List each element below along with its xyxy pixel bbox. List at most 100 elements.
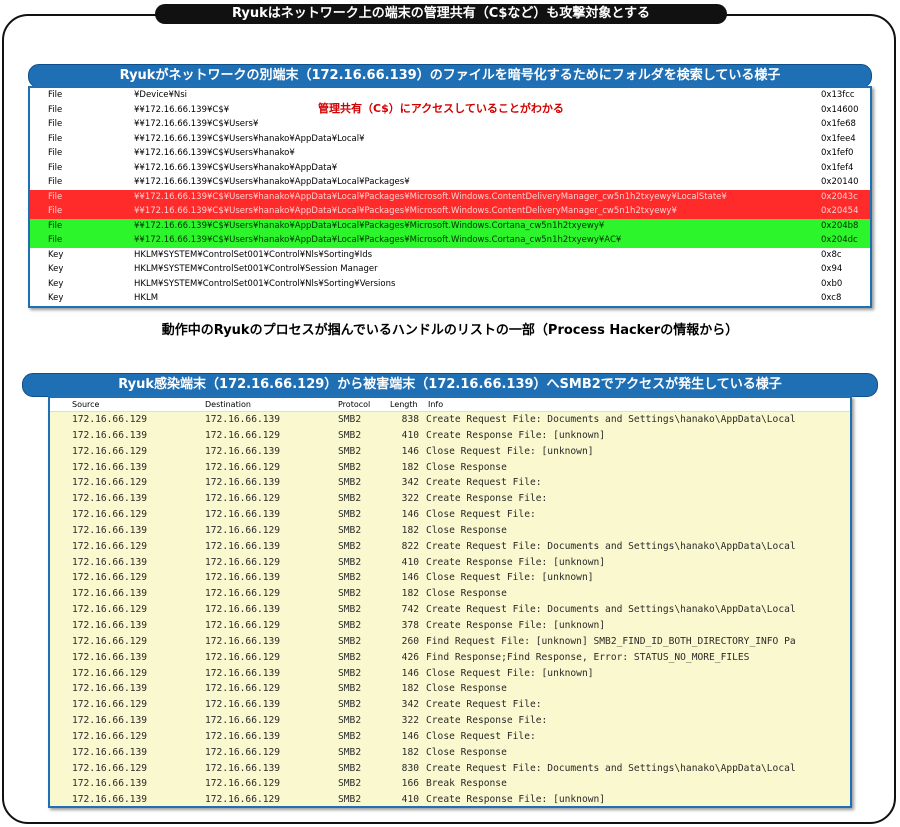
packet-length: 182 (401, 588, 419, 600)
packet-row[interactable]: 172.16.66.139 172.16.66.129 SMB2 182 Close R… (50, 586, 850, 602)
packet-protocol: SMB2 (338, 509, 362, 521)
handle-type: File (48, 235, 63, 245)
packet-source: 172.16.66.139 (72, 651, 148, 663)
packet-row[interactable]: 172.16.66.129 172.16.66.139 SMB2 838 Create … (50, 412, 850, 428)
packet-length: 146 (401, 667, 419, 679)
packet-row[interactable]: 172.16.66.139 172.16.66.129 SMB2 410 Create … (50, 792, 850, 806)
packet-length: 146 (401, 445, 419, 457)
handle-list-panel: File ¥Device¥Nsi 0x13fcc File ¥¥172.16.66.13… (28, 86, 872, 308)
packet-info: Create Request File: Documents and Setti… (426, 604, 796, 616)
packet-destination: 172.16.66.139 (205, 414, 281, 425)
packet-destination: 172.16.66.129 (205, 778, 281, 790)
packet-row[interactable]: 172.16.66.139 172.16.66.129 SMB2 410 Create … (50, 428, 850, 444)
handle-type: File (48, 191, 63, 202)
handle-value: 0xc8 (821, 293, 842, 303)
packet-protocol: SMB2 (338, 667, 362, 679)
packet-row[interactable]: 172.16.66.139 172.16.66.129 SMB2 166 Break R… (50, 776, 850, 792)
handle-row[interactable]: File ¥¥172.16.66.139¥C$¥Users¥hanako¥AppD… (30, 233, 870, 248)
column-length[interactable]: Length (390, 398, 418, 411)
packet-row[interactable]: 172.16.66.139 172.16.66.129 SMB2 182 Close R… (50, 681, 850, 697)
handle-row[interactable]: Key HKLM¥SYSTEM¥ControlSet001¥Control¥Nls… (30, 248, 870, 263)
packet-protocol: SMB2 (338, 556, 362, 568)
packet-length: 322 (401, 715, 419, 727)
packet-row[interactable]: 172.16.66.129 172.16.66.139 SMB2 342 Create … (50, 697, 850, 713)
packet-info: Create Request File: (426, 477, 542, 489)
packet-protocol: SMB2 (338, 730, 362, 742)
packet-source: 172.16.66.129 (72, 509, 148, 521)
packet-protocol: SMB2 (338, 477, 362, 489)
handle-row[interactable]: File ¥¥172.16.66.139¥C$¥Users¥ 0x1fe68 (30, 117, 870, 132)
packet-row[interactable]: 172.16.66.129 172.16.66.139 SMB2 146 Close R… (50, 507, 850, 523)
packet-info: Close Response (426, 524, 507, 536)
handle-row[interactable]: File ¥¥172.16.66.139¥C$¥Users¥hanako¥AppD… (30, 175, 870, 190)
packet-source: 172.16.66.139 (72, 493, 148, 505)
packet-row[interactable]: 172.16.66.129 172.16.66.139 SMB2 146 Close R… (50, 570, 850, 586)
packet-protocol: SMB2 (338, 794, 362, 806)
handle-name: ¥¥172.16.66.139¥C$¥Users¥hanako¥AppData¥… (134, 177, 410, 187)
packet-length: 342 (401, 477, 419, 489)
column-info[interactable]: Info (428, 398, 443, 411)
handle-row[interactable]: File ¥¥172.16.66.139¥C$¥Users¥hanako¥ 0x1f… (30, 146, 870, 161)
packet-destination: 172.16.66.129 (205, 619, 281, 631)
section1-banner: Ryukがネットワークの別端末（172.16.66.139）のファイルを暗号化す… (28, 64, 872, 88)
packet-row[interactable]: 172.16.66.139 172.16.66.129 SMB2 410 Create … (50, 555, 850, 571)
handle-row[interactable]: File ¥¥172.16.66.139¥C$¥Users¥hanako¥AppD… (30, 204, 870, 219)
handle-name: ¥¥172.16.66.139¥C$¥Users¥hanako¥AppData¥ (134, 162, 338, 173)
packet-row[interactable]: 172.16.66.139 172.16.66.129 SMB2 322 Create … (50, 491, 850, 507)
packet-row[interactable]: 172.16.66.129 172.16.66.139 SMB2 146 Close R… (50, 444, 850, 460)
packet-length: 146 (401, 572, 419, 584)
packet-row[interactable]: 172.16.66.129 172.16.66.139 SMB2 260 Find Re… (50, 634, 850, 650)
packet-destination: 172.16.66.129 (205, 524, 281, 536)
packet-protocol: SMB2 (338, 635, 362, 647)
handle-row[interactable]: File ¥¥172.16.66.139¥C$¥Users¥hanako¥AppD… (30, 189, 870, 204)
handle-row[interactable]: Key HKLM¥SYSTEM¥ControlSet001¥Control¥Ses… (30, 262, 870, 277)
handle-value: 0x2043c (821, 191, 858, 202)
packet-row[interactable]: 172.16.66.139 172.16.66.129 SMB2 182 Close R… (50, 523, 850, 539)
packet-row[interactable]: 172.16.66.139 172.16.66.129 SMB2 426 Find Re… (50, 650, 850, 666)
packet-row[interactable]: 172.16.66.139 172.16.66.129 SMB2 322 Create … (50, 713, 850, 729)
packet-protocol: SMB2 (338, 604, 362, 616)
handle-value: 0x204b8 (821, 220, 859, 231)
handle-row[interactable]: File ¥¥172.16.66.139¥C$¥Users¥hanako¥AppD… (30, 132, 870, 147)
packet-protocol: SMB2 (338, 651, 362, 663)
column-source[interactable]: Source (72, 398, 99, 411)
packet-destination: 172.16.66.139 (205, 477, 281, 489)
packet-row[interactable]: 172.16.66.129 172.16.66.139 SMB2 822 Create … (50, 539, 850, 555)
packet-destination: 172.16.66.139 (205, 762, 281, 774)
handle-row[interactable]: File ¥¥172.16.66.139¥C$¥Users¥hanako¥AppD… (30, 218, 870, 233)
column-protocol[interactable]: Protocol (338, 398, 370, 411)
packet-protocol: SMB2 (338, 524, 362, 536)
packet-row[interactable]: 172.16.66.129 172.16.66.139 SMB2 146 Close R… (50, 666, 850, 682)
packet-destination: 172.16.66.139 (205, 635, 281, 647)
handle-name: ¥¥172.16.66.139¥C$¥Users¥hanako¥AppData¥… (134, 206, 677, 216)
packet-row[interactable]: 172.16.66.139 172.16.66.129 SMB2 378 Create … (50, 618, 850, 634)
packet-source: 172.16.66.139 (72, 794, 148, 806)
handle-name: HKLM¥SYSTEM¥ControlSet001¥Control¥Nls¥So… (134, 249, 373, 260)
top-banner: Ryukはネットワーク上の端末の管理共有（C$など）も攻撃対象とする (155, 4, 727, 24)
handle-name: ¥¥172.16.66.139¥C$¥Users¥hanako¥ (134, 148, 295, 158)
packet-destination: 172.16.66.129 (205, 493, 281, 505)
packet-source: 172.16.66.129 (72, 445, 148, 457)
packet-row[interactable]: 172.16.66.129 172.16.66.139 SMB2 146 Close R… (50, 729, 850, 745)
handle-row[interactable]: Key HKLM¥SYSTEM¥ControlSet001¥Control¥Nls… (30, 277, 870, 292)
packet-row[interactable]: 172.16.66.129 172.16.66.139 SMB2 830 Create … (50, 761, 850, 777)
handle-row[interactable]: File ¥¥172.16.66.139¥C$¥Users¥hanako¥AppD… (30, 161, 870, 176)
handle-type: File (48, 90, 63, 100)
packet-row[interactable]: 172.16.66.139 172.16.66.129 SMB2 182 Close R… (50, 460, 850, 476)
handle-list: File ¥Device¥Nsi 0x13fcc File ¥¥172.16.66.13… (30, 88, 870, 306)
section2-banner: Ryuk感染端末（172.16.66.129）から被害端末（172.16.66.… (22, 373, 878, 397)
packet-protocol: SMB2 (338, 683, 362, 695)
handle-row[interactable]: Key HKLM 0xc8 (30, 291, 870, 306)
packet-protocol: SMB2 (338, 540, 362, 552)
handle-type: Key (48, 264, 64, 274)
column-destination[interactable]: Destination (205, 398, 251, 411)
packet-destination: 172.16.66.139 (205, 572, 281, 584)
packet-row[interactable]: 172.16.66.139 172.16.66.129 SMB2 182 Close R… (50, 745, 850, 761)
packet-row[interactable]: 172.16.66.129 172.16.66.139 SMB2 742 Create … (50, 602, 850, 618)
handle-type: Key (48, 249, 64, 260)
packet-source: 172.16.66.139 (72, 588, 148, 600)
packet-row[interactable]: 172.16.66.129 172.16.66.139 SMB2 342 Create … (50, 475, 850, 491)
packet-protocol: SMB2 (338, 746, 362, 758)
packet-destination: 172.16.66.129 (205, 715, 281, 727)
packet-info: Create Response File: [unknown] (426, 619, 606, 631)
